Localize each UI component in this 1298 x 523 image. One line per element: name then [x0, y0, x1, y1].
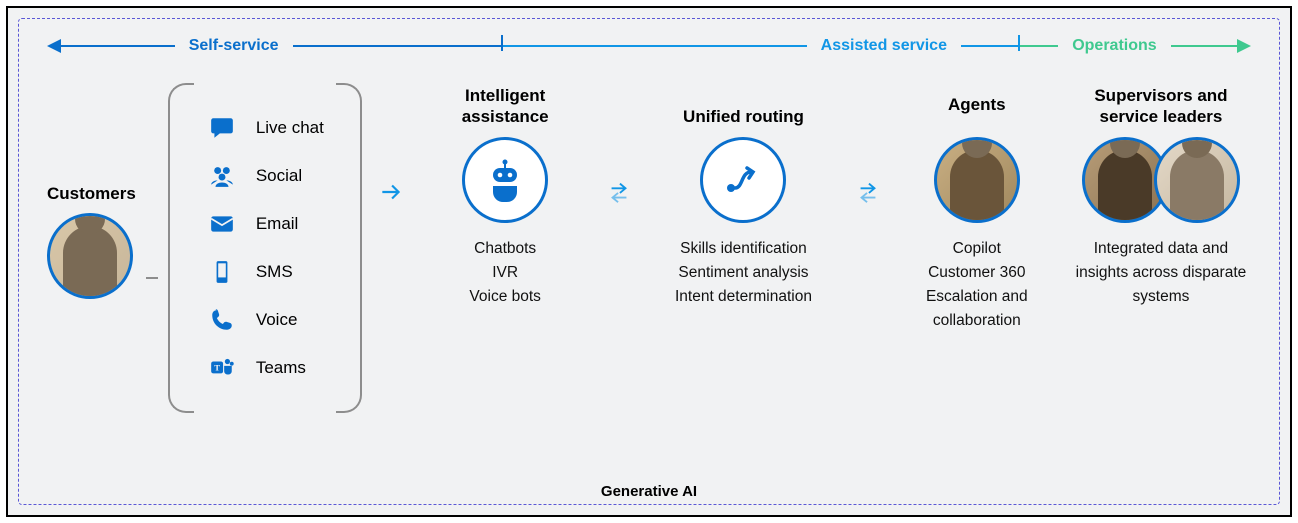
bidirectional-arrow-icon	[853, 179, 883, 205]
bracket-left-icon	[168, 83, 194, 413]
spectrum-label-operations: Operations	[1058, 37, 1170, 55]
channel-live-chat: Live chat	[206, 114, 324, 142]
spectrum-line-assisted	[503, 45, 806, 48]
spectrum-label-assisted-service: Assisted service	[807, 37, 961, 55]
feature-item: Voice bots	[469, 285, 541, 309]
channel-label: Email	[256, 214, 299, 234]
channel-social: Social	[206, 162, 324, 190]
phone-device-icon	[206, 258, 238, 286]
phone-handset-icon	[206, 306, 238, 334]
supervisors-column: Supervisors and service leaders Integrat…	[1071, 83, 1251, 309]
column-title: Supervisors and service leaders	[1071, 83, 1251, 127]
arrow-left-icon	[47, 39, 61, 53]
svg-text:T: T	[214, 363, 220, 373]
features-list: Chatbots IVR Voice bots	[469, 237, 541, 309]
generative-ai-label: Generative AI	[19, 483, 1279, 500]
supervisor-photo	[1154, 137, 1240, 223]
feature-item: Skills identification	[675, 237, 812, 261]
channel-teams: T Teams	[206, 354, 324, 382]
spectrum-line-ops	[1171, 45, 1237, 48]
connector-line	[146, 277, 158, 279]
customers-title: Customers	[47, 183, 136, 204]
features-list: Copilot Customer 360 Escalation and coll…	[897, 237, 1057, 333]
generative-ai-boundary: Self-service Assisted service Operations…	[18, 18, 1280, 505]
bidirectional-arrow-icon	[604, 179, 634, 205]
feature-item: Intent determination	[675, 285, 812, 309]
channel-email: Email	[206, 210, 324, 238]
channel-label: Social	[256, 166, 302, 186]
service-spectrum: Self-service Assisted service Operations	[47, 37, 1251, 55]
channels-bracket-group: Live chat Social Email SMS	[168, 83, 362, 413]
channel-voice: Voice	[206, 306, 324, 334]
feature-item: Customer 360	[897, 261, 1057, 285]
feature-item: IVR	[469, 261, 541, 285]
bracket-right-icon	[336, 83, 362, 413]
envelope-icon	[206, 210, 238, 238]
feature-item: Sentiment analysis	[675, 261, 812, 285]
diagram-frame: Self-service Assisted service Operations…	[6, 6, 1292, 517]
feature-item: Chatbots	[469, 237, 541, 261]
spectrum-line-ops	[1020, 45, 1058, 48]
channel-label: Teams	[256, 358, 306, 378]
feature-item: Copilot	[897, 237, 1057, 261]
chat-bubble-icon	[206, 114, 238, 142]
supervisor-photos	[1082, 137, 1240, 237]
customer-photo	[47, 213, 133, 299]
spectrum-label-self-service: Self-service	[175, 37, 293, 55]
features-text: Integrated data and insights across disp…	[1071, 237, 1251, 309]
bot-icon	[462, 137, 548, 223]
customers-group: Customers Live chat Social	[47, 83, 362, 413]
channel-label: SMS	[256, 262, 293, 282]
spectrum-divider	[1018, 35, 1021, 51]
agents-column: Agents Copilot Customer 360 Escalation a…	[897, 83, 1057, 333]
agent-photo	[934, 137, 1020, 223]
channels-list: Live chat Social Email SMS	[204, 106, 326, 390]
spectrum-line-self	[61, 45, 175, 48]
spectrum-divider	[501, 35, 504, 51]
teams-icon: T	[206, 354, 238, 382]
channel-label: Voice	[256, 310, 298, 330]
spectrum-line-assisted	[961, 45, 1018, 48]
column-title: Unified routing	[683, 83, 804, 127]
intelligent-assistance-column: Intelligent assistance Chatbots IVR Voic…	[420, 83, 590, 309]
routing-icon	[700, 137, 786, 223]
customers-column: Customers	[47, 183, 136, 312]
spectrum-line-self	[293, 45, 501, 48]
flow-row: Customers Live chat Social	[47, 83, 1251, 413]
channel-sms: SMS	[206, 258, 324, 286]
feature-item: Escalation and collaboration	[897, 285, 1057, 333]
people-group-icon	[206, 162, 238, 190]
column-title: Agents	[948, 83, 1006, 127]
features-list: Skills identification Sentiment analysis…	[675, 237, 812, 309]
channel-label: Live chat	[256, 118, 324, 138]
column-title: Intelligent assistance	[420, 83, 590, 127]
arrow-right-icon	[376, 179, 406, 205]
arrow-right-icon	[1237, 39, 1251, 53]
unified-routing-column: Unified routing Skills identification Se…	[648, 83, 838, 309]
